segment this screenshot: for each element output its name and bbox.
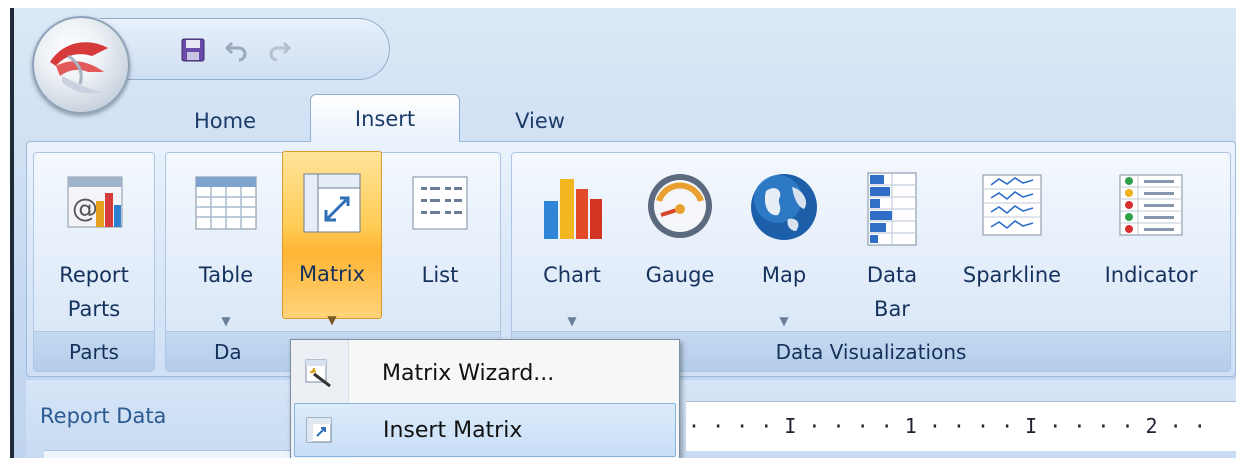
chart-button[interactable]: Chart ▼	[520, 171, 624, 328]
application-button[interactable]	[32, 16, 130, 114]
data-bar-icon	[866, 171, 918, 258]
report-parts-button[interactable]: @ Report Parts	[38, 171, 150, 321]
horizontal-ruler: · · · · I · · · · 1 · · · · I · · · · 2 …	[686, 401, 1236, 451]
report-data-panel-title[interactable]: Report Data	[40, 386, 166, 446]
menu-item-matrix-wizard[interactable]: Matrix Wizard...	[294, 346, 676, 400]
indicator-icon	[1118, 171, 1184, 250]
list-icon	[409, 171, 471, 246]
report-parts-label-line2: Parts	[67, 297, 121, 321]
tab-home[interactable]: Home	[160, 100, 290, 142]
save-icon[interactable]	[180, 37, 206, 63]
list-button[interactable]: List	[388, 171, 492, 321]
insert-matrix-icon	[305, 416, 333, 450]
table-label: Table	[198, 263, 254, 287]
matrix-wizard-icon	[304, 358, 334, 394]
map-button[interactable]: Map ▼	[736, 171, 832, 328]
gauge-button[interactable]: Gauge	[630, 171, 730, 321]
redo-icon[interactable]	[266, 37, 292, 63]
undo-icon[interactable]	[224, 37, 250, 63]
tab-insert-label: Insert	[354, 106, 416, 131]
group-parts-label: Parts	[34, 331, 154, 371]
matrix-label: Matrix	[298, 262, 366, 286]
report-parts-label-line1: Report	[59, 263, 129, 287]
data-bar-label-line1: Data	[866, 263, 918, 287]
indicator-label: Indicator	[1104, 263, 1198, 287]
tab-view-label: View	[515, 109, 565, 133]
app-logo-icon	[50, 42, 108, 94]
data-bar-button[interactable]: Data Bar	[842, 171, 942, 321]
chart-icon	[540, 171, 604, 252]
chart-label: Chart	[543, 263, 601, 287]
list-label: List	[421, 263, 459, 287]
gauge-icon	[645, 171, 715, 252]
sparkline-button[interactable]: Sparkline	[944, 171, 1080, 321]
tab-home-label: Home	[193, 109, 256, 133]
menu-item-insert-matrix-label: Insert Matrix	[383, 417, 523, 443]
svg-text:@: @	[72, 194, 98, 224]
matrix-icon	[300, 170, 364, 247]
report-parts-icon: @	[62, 171, 126, 246]
quick-access-toolbar	[100, 18, 390, 80]
group-parts: @ Report Parts Parts	[33, 152, 155, 372]
data-bar-label-line2: Bar	[874, 297, 910, 321]
tab-insert[interactable]: Insert	[310, 94, 460, 142]
menu-item-insert-matrix[interactable]: Insert Matrix	[294, 403, 676, 457]
tab-view[interactable]: View	[490, 100, 590, 142]
matrix-button[interactable]: Matrix ▼	[282, 151, 382, 327]
sparkline-icon	[981, 171, 1043, 250]
app-window: Home Insert View @ Report Parts Parts Ta…	[10, 8, 1236, 458]
table-icon	[192, 171, 260, 246]
matrix-dropdown-menu: Matrix Wizard... Insert Matrix	[290, 339, 680, 458]
table-button[interactable]: Table ▼	[174, 171, 278, 328]
map-icon	[748, 171, 820, 254]
menu-item-matrix-wizard-label: Matrix Wizard...	[382, 360, 555, 386]
sparkline-label: Sparkline	[962, 263, 1062, 287]
map-label: Map	[761, 263, 807, 287]
gauge-label: Gauge	[645, 263, 715, 287]
indicator-button[interactable]: Indicator	[1086, 171, 1216, 321]
